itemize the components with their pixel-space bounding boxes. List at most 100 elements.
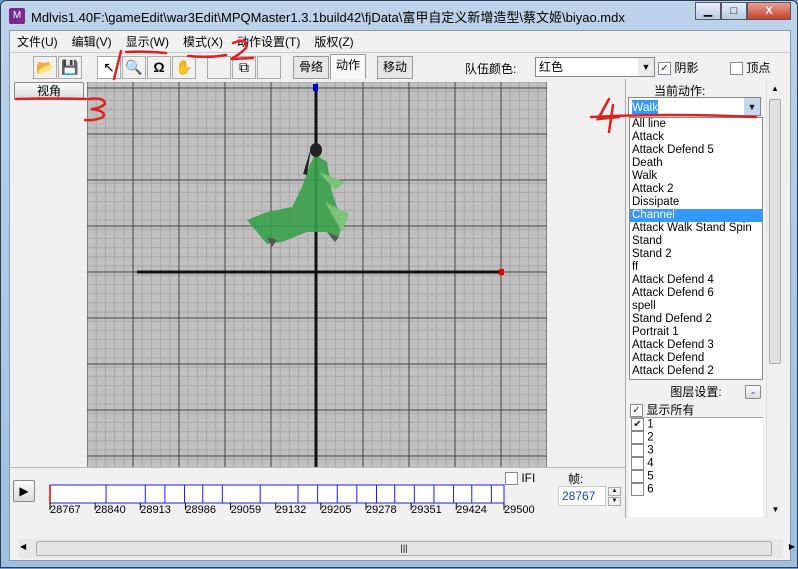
show-all-checkbox[interactable]: ✓ [630, 404, 643, 418]
horizontal-scrollbar[interactable]: ◀ ||| ▶ [18, 539, 795, 558]
blank-tool-button[interactable] [207, 56, 231, 79]
vertex-label: 顶点 [746, 61, 771, 75]
layer-name: 3 [644, 444, 654, 457]
play-icon[interactable]: ▶ [13, 480, 35, 502]
current-action-value: Walk [632, 100, 659, 114]
zoom-icon[interactable]: 🔍 [122, 56, 146, 79]
toolbar: 📂 💾 ↖ 🔍 Ω ✋ ⧉ 骨络 动作 移动 队伍颜色: 红色 ▼ ✓ 阴影 顶… [10, 52, 790, 79]
view-button[interactable]: 视角 [14, 82, 84, 100]
action-item[interactable]: Attack Defend 6 [630, 287, 762, 300]
hscroll-thumb[interactable]: ||| [36, 541, 772, 556]
3d-viewport[interactable] [86, 81, 548, 467]
action-list[interactable]: All line Attack Attack Defend 5 Death Walk At… [629, 117, 763, 380]
layer-checkbox[interactable] [631, 457, 644, 470]
layer-item[interactable]: 4 [629, 457, 763, 470]
blank-tool-button-2[interactable] [257, 56, 281, 79]
rotate-icon[interactable]: Ω [147, 56, 171, 79]
layer-checkbox[interactable] [631, 444, 644, 457]
scroll-thumb[interactable] [769, 99, 781, 364]
action-item[interactable]: spell [630, 300, 762, 313]
action-item[interactable]: Attack Defend [630, 352, 762, 365]
action-item[interactable]: Attack Defend 4 [630, 274, 762, 287]
frame-up-icon[interactable]: ▲ [608, 487, 621, 496]
layer-checkbox[interactable] [631, 470, 644, 483]
action-item[interactable]: Dissipate [630, 196, 762, 209]
action-item[interactable]: Attack 2 [630, 183, 762, 196]
viewport-grid [86, 81, 548, 467]
scroll-right-icon[interactable]: ▶ [789, 542, 795, 551]
layer-checkbox[interactable] [631, 431, 644, 444]
chevron-down-icon[interactable]: ▼ [638, 58, 654, 76]
tab-animation[interactable]: 动作 [330, 54, 367, 79]
timeline-tick-label: 28913 [140, 504, 171, 516]
minimize-button[interactable]: ▁ [695, 2, 721, 20]
scroll-down-icon[interactable]: ▼ [767, 505, 784, 514]
menu-about[interactable]: 版权(Z) [307, 33, 360, 50]
vertex-checkbox[interactable] [730, 62, 743, 76]
layer-checkbox[interactable] [631, 483, 644, 496]
action-item[interactable]: Stand [630, 235, 762, 248]
action-item[interactable]: Attack Defend 3 [630, 339, 762, 352]
layer-item[interactable]: 5 [629, 470, 763, 483]
app-icon: M [9, 8, 25, 24]
x-axis-marker [499, 269, 504, 275]
action-item[interactable]: Attack Walk Stand Spin [630, 222, 762, 235]
ifi-checkbox[interactable] [505, 472, 518, 486]
close-button[interactable]: X [747, 2, 791, 20]
action-item[interactable]: Death [630, 157, 762, 170]
title-bar: M Mdlvis1.40F:\gameEdit\war3Edit\MPQMast… [9, 6, 625, 26]
open-folder-icon[interactable]: 📂 [33, 56, 57, 79]
save-icon[interactable]: 💾 [58, 56, 82, 79]
collapse-button[interactable]: - [745, 385, 761, 399]
timeline-tick-label: 29351 [411, 504, 442, 516]
action-item[interactable]: All line [630, 118, 762, 131]
current-action-select[interactable]: Walk ▼ [628, 97, 761, 116]
show-all-label: 显示所有 [646, 403, 695, 417]
action-item[interactable]: Walk [630, 170, 762, 183]
frame-input[interactable]: 28767 [558, 486, 606, 506]
action-item[interactable]: ff [630, 261, 762, 274]
layer-item[interactable]: ✔ 1 [629, 418, 763, 431]
menu-mode[interactable]: 模式(X) [176, 33, 230, 50]
y-axis-marker [313, 84, 318, 91]
pointer-icon[interactable]: ↖ [97, 56, 121, 79]
layer-list: ✔ 1 2 3 4 5 6 [629, 417, 763, 517]
tab-bones[interactable]: 骨络 [293, 56, 330, 79]
menu-file[interactable]: 文件(U) [10, 33, 65, 50]
layer-item[interactable]: 2 [629, 431, 763, 444]
layer-item[interactable]: 6 [629, 483, 763, 496]
action-item[interactable]: Stand 2 [630, 248, 762, 261]
timeline: ▶ 28767 28840 28913 28986 29059 29132 29205 292… [10, 467, 625, 522]
menu-view[interactable]: 显示(W) [119, 33, 176, 50]
timeline-tick-label: 29278 [365, 504, 397, 516]
team-color-select[interactable]: 红色 ▼ [535, 57, 655, 77]
layer-item[interactable]: 3 [629, 444, 763, 457]
hand-pan-icon[interactable]: ✋ [172, 56, 196, 79]
maximize-button[interactable]: □ [721, 2, 747, 20]
action-item[interactable]: Attack Defend 5 [630, 144, 762, 157]
team-color-label: 队伍颜色: [465, 62, 517, 76]
tab-move[interactable]: 移动 [377, 56, 414, 79]
menu-animation[interactable]: 动作设置(T) [230, 33, 307, 50]
timeline-tick-label: 29500 [504, 504, 535, 516]
right-scrollbar[interactable]: ▲ ▼ [766, 79, 783, 518]
layer-checkbox[interactable]: ✔ [631, 418, 644, 431]
layer-name: 5 [644, 470, 654, 483]
action-item[interactable]: Portrait 1 [630, 326, 762, 339]
app-window: M Mdlvis1.40F:\gameEdit\war3Edit\MPQMast… [0, 0, 798, 568]
action-item[interactable]: Stand Defend 2 [630, 313, 762, 326]
menu-edit[interactable]: 编辑(V) [65, 33, 119, 50]
shadow-checkbox[interactable]: ✓ [658, 62, 671, 76]
action-item[interactable]: Attack [630, 131, 762, 144]
copy-icon[interactable]: ⧉ [232, 56, 256, 79]
layer-name: 4 [644, 457, 654, 470]
timeline-bar[interactable] [49, 484, 505, 504]
chevron-down-icon[interactable]: ▼ [744, 98, 760, 115]
frame-down-icon[interactable]: ▼ [608, 497, 621, 506]
frame-label: 帧: [568, 472, 584, 486]
action-item[interactable]: Attack Defend 2 [630, 365, 762, 378]
action-item[interactable]: Channel [630, 209, 762, 222]
layer-settings-label: 图层设置: [670, 385, 722, 399]
scroll-up-icon[interactable]: ▲ [767, 84, 783, 93]
scroll-left-icon[interactable]: ◀ [20, 542, 26, 551]
